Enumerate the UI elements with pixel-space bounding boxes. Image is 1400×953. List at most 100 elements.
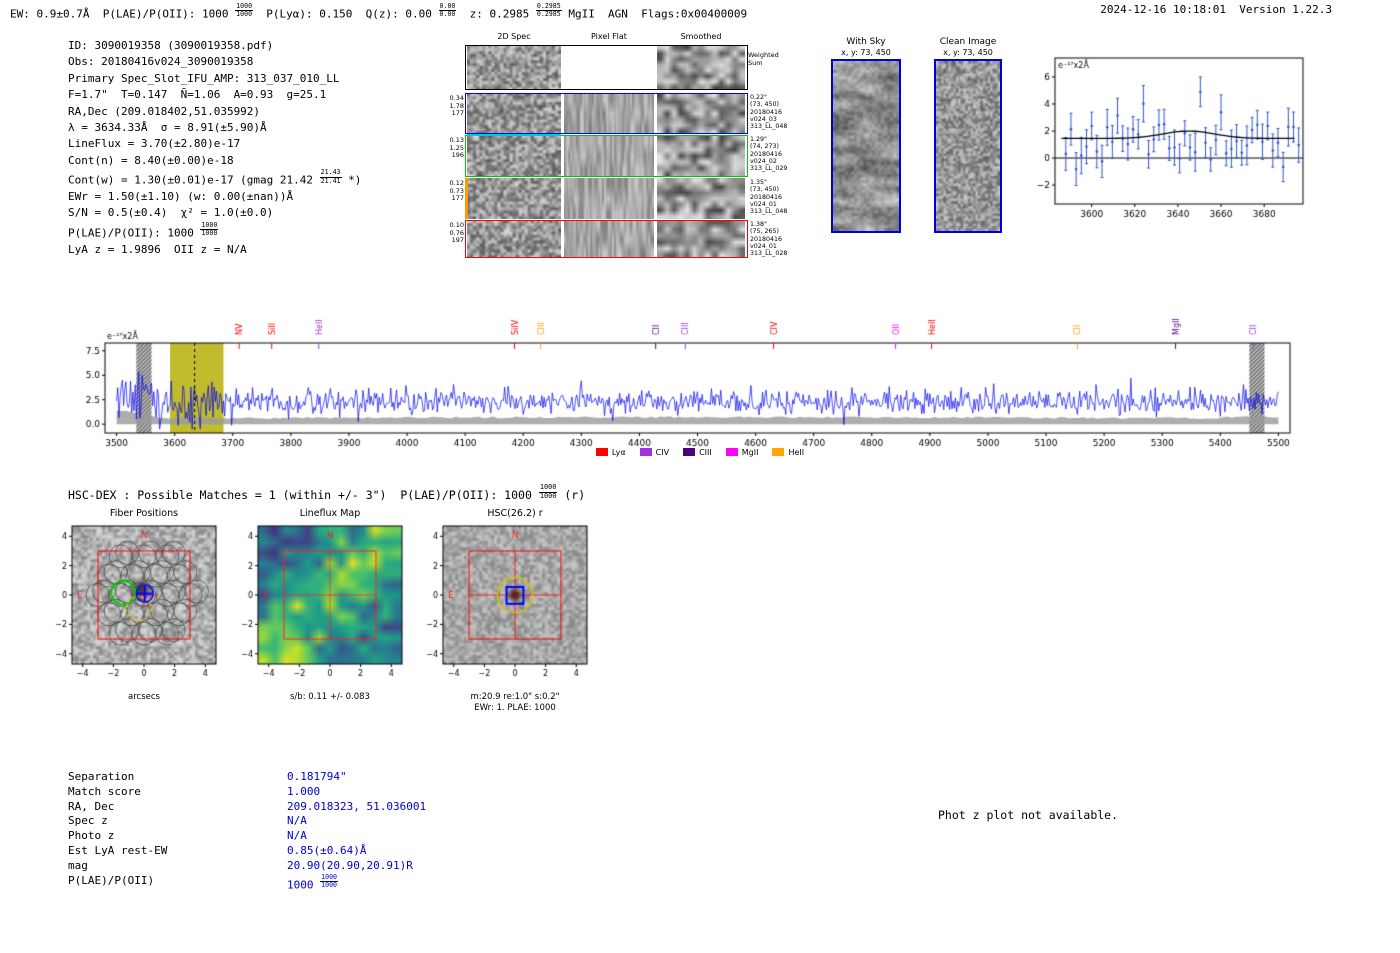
match-table-value: 1000 1000 1000 xyxy=(287,872,339,893)
match-table-row: Match score 1.000 xyxy=(68,785,426,800)
text-segment: LineFlux = 3.70(±2.80)e-17 xyxy=(68,137,241,151)
legend-swatch xyxy=(772,448,785,456)
clean-image xyxy=(934,59,1002,233)
cutout-xlabel: m:20.9 re:1.0" s:0.2" xyxy=(470,692,560,702)
twod-spec-image xyxy=(467,135,561,177)
legend-swatch xyxy=(683,448,696,456)
with-sky-panel: With Sky x, y: 73, 450 xyxy=(820,37,912,237)
info-line: P(LAE)/P(OII): 1000 1000 1000 xyxy=(68,220,361,242)
info-line: LyA z = 1.9896 OII z = N/A xyxy=(68,242,361,258)
header-timestamp-version: 2024-12-16 10:18:01 Version 1.22.3 xyxy=(1100,3,1332,16)
smoothed-image xyxy=(657,135,745,177)
text-segment: *) xyxy=(341,173,362,187)
text-segment: N/A xyxy=(287,814,307,828)
match-table-label: RA, Dec xyxy=(68,799,115,813)
spec2d-row: 0.13 1.25 196 1.29" (74, 273) 20180416 v024_02… xyxy=(440,134,805,177)
with-sky-coords: x, y: 73, 450 xyxy=(841,48,891,57)
text-segment: Cont(n) = 8.40(±0.00)e-18 xyxy=(68,153,234,167)
text-segment: Cont(w) = 1.30(±0.01)e-17 (gmag 21.42 xyxy=(68,173,320,187)
smoothed-image xyxy=(657,45,745,90)
info-line: ID: 3090019358 (3090019358.pdf) xyxy=(68,38,361,54)
text-segment: z: 0.2985 xyxy=(456,7,536,21)
spec2d-row: 0.10 0.76 197 1.38" (75, 265) 20180416 v024_01… xyxy=(440,220,805,258)
cutout-xlabel: arcsecs xyxy=(128,692,160,702)
cutout-panel-fibers: Fiber Positions arcsecs xyxy=(42,508,242,703)
text-segment: 1000 xyxy=(287,877,321,891)
legend-swatch xyxy=(725,448,738,456)
pixel-flat-image xyxy=(564,178,654,219)
info-line: EWr = 1.50(±1.10) (w: 0.00(±nan))Å xyxy=(68,189,361,205)
cutout-panel-lineflux: Lineflux Map s/b: 0.11 +/- 0.083 xyxy=(228,508,428,703)
legend-item: Lyα xyxy=(595,448,626,457)
spec2d-row: 0.34 1.78 177 0.22" (73, 450) 20180416 v024_03… xyxy=(440,93,805,134)
elixer-detection-report: EW: 0.9±0.7Å P(LAE)/P(OII): 1000 1000 100… xyxy=(0,0,1400,953)
detection-info-block: ID: 3090019358 (3090019358.pdf) Obs: 2018… xyxy=(68,38,361,258)
spec2d-col-header-pixelflat: Pixel Flat xyxy=(591,32,627,41)
stacked-fraction: 1000 1000 xyxy=(320,872,339,889)
cutout-image-lineflux xyxy=(228,520,428,692)
cutout-panel-hsc: HSC(26.2) r m:20.9 re:1.0" s:0.2" EWr: 1. … xyxy=(413,508,613,714)
emission-line-fit-chart xyxy=(1015,44,1315,239)
spec2d-panel: 2D Spec Pixel Flat Smoothed Weighted Sum … xyxy=(440,30,810,265)
info-line: LineFlux = 3.70(±2.80)e-17 xyxy=(68,136,361,152)
hsc-match-summary-line: HSC-DEX : Possible Matches = 1 (within +… xyxy=(68,483,586,502)
match-table-row: Photo z N/A xyxy=(68,829,426,844)
pixel-flat-image xyxy=(564,135,654,177)
smoothed-image xyxy=(657,93,745,134)
cutout-xlabel-2: EWr: 1. PLAE: 1000 xyxy=(474,703,556,713)
match-table-label: Match score xyxy=(68,784,141,798)
legend-swatch xyxy=(639,448,652,456)
legend-swatch xyxy=(595,448,608,456)
info-line: Obs: 20180416v024_3090019358 xyxy=(68,54,361,70)
smoothed-image xyxy=(657,178,745,219)
match-table-value: 209.018323, 51.036001 xyxy=(287,800,426,815)
match-table-label: Separation xyxy=(68,770,135,783)
text-segment: 0.85(±0.64)Å xyxy=(287,843,367,857)
text-segment: λ = 3634.33Å σ = 8.91(±5.90)Å xyxy=(68,121,267,135)
pixel-flat-image xyxy=(564,45,654,90)
cutout-title: HSC(26.2) r xyxy=(487,508,543,519)
text-segment: (r) xyxy=(557,487,586,502)
info-line: RA,Dec (209.018402,51.035992) xyxy=(68,104,361,120)
legend-label: CIII xyxy=(699,448,712,457)
with-sky-image xyxy=(831,59,901,233)
info-line: Cont(w) = 1.30(±0.01)e-17 (gmag 21.42 21… xyxy=(68,168,362,189)
fiber-weight-label: 0.13 1.25 196 xyxy=(449,136,464,159)
stacked-fraction: 1000 1000 xyxy=(200,220,219,238)
stacked-fraction: 21.43 21.41 xyxy=(319,168,342,185)
clean-image-coords: x, y: 73, 450 xyxy=(943,48,993,57)
text-segment: Obs: 20180416v024_3090019358 xyxy=(68,55,254,69)
text-segment: F=1.7" T=0.147 N̄=1.06 A=0.93 g=25.1 xyxy=(68,88,327,102)
text-segment: S/N = 0.5(±0.4) χ² = 1.0(±0.0) xyxy=(68,206,274,220)
stacked-fraction: 0.00 0.00 xyxy=(438,2,457,19)
match-table-value: N/A xyxy=(287,829,307,844)
match-table-value: N/A xyxy=(287,814,307,829)
text-segment: Primary Spec_Slot_IFU_AMP: 313_037_010_L… xyxy=(68,71,340,85)
header-measurements: EW: 0.9±0.7Å P(LAE)/P(OII): 1000 1000 100… xyxy=(10,2,748,21)
fiber-detail-label: 1.35" (73, 450) 20180416 v024_01 313_LL_048 xyxy=(750,179,788,216)
match-table-row: Spec z N/A xyxy=(68,814,426,829)
info-line: λ = 3634.33Å σ = 8.91(±5.90)Å xyxy=(68,120,361,136)
info-line: Primary Spec_Slot_IFU_AMP: 313_037_010_L… xyxy=(68,71,361,87)
match-table-row: RA, Dec 209.018323, 51.036001 xyxy=(68,800,426,815)
cutout-image-hsc xyxy=(413,520,613,692)
text-segment: P(Lyα): 0.150 Q(z): 0.00 xyxy=(253,7,439,21)
text-segment: HSC-DEX : Possible Matches = 1 (within +… xyxy=(68,487,539,502)
full-spectrum-chart xyxy=(82,296,1314,452)
stacked-fraction: 0.2985 0.2985 xyxy=(535,2,562,19)
text-segment: ID: 3090019358 (3090019358.pdf) xyxy=(68,39,274,52)
legend-item: MgII xyxy=(725,448,759,457)
text-segment: MgII AGN Flags:0x00400009 xyxy=(561,7,748,21)
clean-image-title: Clean Image xyxy=(939,37,997,47)
match-table-row: Est LyA rest-EW 0.85(±0.64)Å xyxy=(68,844,426,859)
text-segment: 1.000 xyxy=(287,784,321,798)
spec2d-row: 0.12 0.73 177 1.35" (73, 450) 20180416 v024_01… xyxy=(440,178,805,219)
text-segment: EW: 0.9±0.7Å P(LAE)/P(OII): 1000 xyxy=(10,7,236,21)
cutout-xlabel: s/b: 0.11 +/- 0.083 xyxy=(290,692,370,702)
clean-image-panel: Clean Image x, y: 73, 450 xyxy=(925,37,1011,237)
text-segment: N/A xyxy=(287,829,307,843)
legend-label: MgII xyxy=(741,448,759,457)
legend-label: CIV xyxy=(655,448,670,457)
cutout-title: Lineflux Map xyxy=(299,508,361,519)
spec2d-col-header-smoothed: Smoothed xyxy=(680,32,722,41)
